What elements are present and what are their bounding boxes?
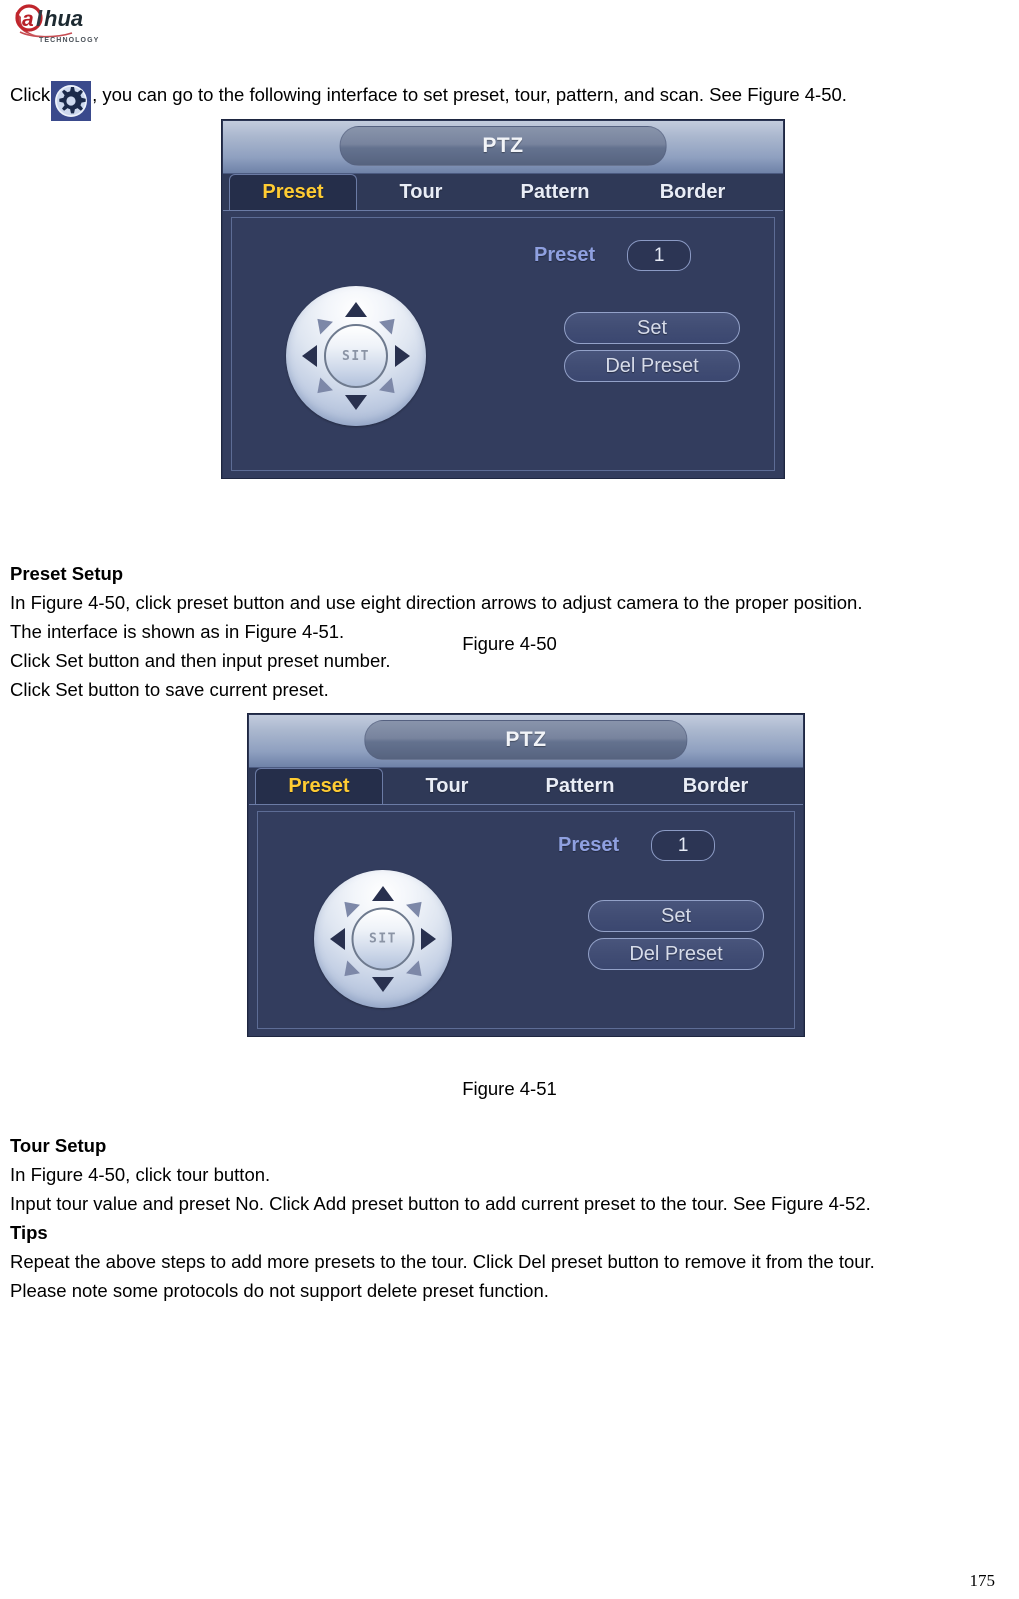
preset-setup-line-1: In Figure 4-50, click preset button and … [10, 592, 863, 613]
arrow-down-icon[interactable] [345, 395, 367, 410]
arrow-up-left-icon[interactable] [338, 895, 360, 918]
arrow-down-right-icon[interactable] [406, 960, 428, 983]
tab-pattern[interactable]: Pattern [485, 174, 625, 210]
tab-border[interactable]: Border [625, 174, 760, 210]
del-preset-button-label: Del Preset [605, 354, 699, 377]
tips-heading: Tips [10, 1222, 48, 1243]
arrow-left-icon[interactable] [302, 345, 317, 367]
ptz-titlebar-2: PTZ [249, 715, 803, 768]
arrow-up-right-icon[interactable] [379, 312, 401, 335]
ptz-tab-bar-2: Preset Tour Pattern Border [249, 768, 803, 805]
preset-input-value-2: 1 [677, 834, 689, 856]
joystick-center-label-2: SIT [369, 931, 397, 947]
tab-preset[interactable]: Preset [229, 174, 357, 210]
arrow-left-icon[interactable] [330, 928, 345, 950]
joystick-center-button[interactable]: SIT [324, 324, 388, 388]
tab-border-label-2: Border [682, 774, 749, 797]
preset-input-value: 1 [653, 244, 665, 266]
joystick-center-label: SIT [342, 348, 370, 364]
preset-setup-line-3: Click Set button and then input preset n… [10, 650, 391, 671]
tab-border-2[interactable]: Border [649, 768, 782, 804]
tab-border-label: Border [659, 180, 726, 203]
arrow-down-left-icon[interactable] [338, 960, 360, 983]
svg-text:hua: hua [44, 6, 83, 31]
ptz-direction-pad-2[interactable]: SIT [314, 870, 452, 1008]
tab-tour-2[interactable]: Tour [383, 768, 511, 804]
svg-text:l: l [36, 6, 43, 31]
arrow-up-right-icon[interactable] [406, 895, 428, 918]
tour-setup-heading: Tour Setup [10, 1135, 107, 1156]
intro-click-prefix: Click [10, 84, 51, 105]
preset-setup-section: Preset Setup In Figure 4-50, click prese… [10, 559, 1015, 704]
ptz-content-panel-2: SIT Preset 1 Set Del Preset [257, 811, 795, 1029]
arrow-down-right-icon[interactable] [379, 377, 401, 400]
joystick-center-button-2[interactable]: SIT [351, 907, 415, 971]
arrow-up-left-icon[interactable] [311, 312, 333, 335]
ptz-body: Preset Tour Pattern Border SIT Preset 1 … [223, 174, 783, 478]
tour-setup-section: Tour Setup In Figure 4-50, click tour bu… [10, 1131, 1015, 1305]
preset-field-row: Preset 1 [534, 240, 692, 271]
preset-label-2: Preset [558, 834, 620, 856]
preset-setup-line-2: The interface is shown as in Figure 4-51… [10, 621, 345, 642]
tab-tour-label: Tour [399, 180, 443, 203]
document-page: a l hua TECHNOLOGY Click , you can go to … [0, 0, 1019, 1599]
ptz-dialog-figure-4-51[interactable]: PTZ Preset Tour Pattern Border SIT Prese… [248, 714, 804, 1036]
page-number: 175 [969, 1571, 996, 1590]
set-button[interactable]: Set [564, 312, 740, 344]
arrow-down-icon[interactable] [372, 977, 394, 992]
ptz-title-2: PTZ [364, 720, 688, 760]
intro-paragraph: Click , you can go to the following inter… [10, 80, 847, 121]
arrow-up-icon[interactable] [372, 886, 394, 901]
ptz-body-2: Preset Tour Pattern Border SIT Preset 1 … [249, 768, 803, 1036]
ptz-dialog-figure-4-50[interactable]: PTZ Preset Tour Pattern Border SIT Prese… [222, 120, 784, 478]
preset-setup-line-4: Click Set button to save current preset. [10, 679, 329, 700]
ptz-tab-bar: Preset Tour Pattern Border [223, 174, 783, 211]
arrow-right-icon[interactable] [395, 345, 410, 367]
arrow-down-left-icon[interactable] [311, 377, 333, 400]
tab-tour[interactable]: Tour [357, 174, 485, 210]
ptz-direction-pad[interactable]: SIT [286, 286, 426, 426]
set-button-label-2: Set [660, 904, 692, 927]
tab-pattern-label-2: Pattern [545, 774, 615, 797]
ptz-content-panel: SIT Preset 1 Set Del Preset [231, 217, 775, 471]
preset-label: Preset [534, 244, 596, 266]
preset-input[interactable]: 1 [627, 240, 692, 271]
del-preset-button-2[interactable]: Del Preset [588, 938, 764, 970]
ptz-title: PTZ [339, 126, 667, 166]
tab-pattern-2[interactable]: Pattern [511, 768, 649, 804]
tips-line-1: Repeat the above steps to add more prese… [10, 1251, 875, 1272]
ptz-titlebar: PTZ [223, 121, 783, 174]
tour-setup-line-2: Input tour value and preset No. Click Ad… [10, 1193, 871, 1214]
tips-line-2: Please note some protocols do not suppor… [10, 1280, 549, 1301]
intro-click-suffix: , you can go to the following interface … [92, 84, 847, 105]
svg-text:TECHNOLOGY: TECHNOLOGY [39, 37, 99, 44]
tab-preset-label: Preset [262, 181, 324, 203]
dahua-logo: a l hua TECHNOLOGY [12, 2, 138, 46]
preset-field-row-2: Preset 1 [558, 830, 716, 861]
figure-4-51-caption: Figure 4-51 [462, 1078, 557, 1099]
set-button-2[interactable]: Set [588, 900, 764, 932]
arrow-up-icon[interactable] [345, 302, 367, 317]
tab-tour-label-2: Tour [425, 774, 469, 797]
del-preset-button[interactable]: Del Preset [564, 350, 740, 382]
tab-preset-label-2: Preset [288, 775, 350, 797]
tour-setup-line-1: In Figure 4-50, click tour button. [10, 1164, 271, 1185]
del-preset-button-label-2: Del Preset [629, 942, 723, 965]
preset-input-2[interactable]: 1 [651, 830, 716, 861]
set-button-label: Set [636, 316, 668, 339]
gear-icon [51, 81, 92, 121]
tab-preset-2[interactable]: Preset [255, 768, 383, 804]
svg-text:a: a [22, 8, 34, 31]
tab-pattern-label: Pattern [520, 180, 590, 203]
arrow-right-icon[interactable] [421, 928, 436, 950]
preset-setup-heading: Preset Setup [10, 563, 124, 584]
